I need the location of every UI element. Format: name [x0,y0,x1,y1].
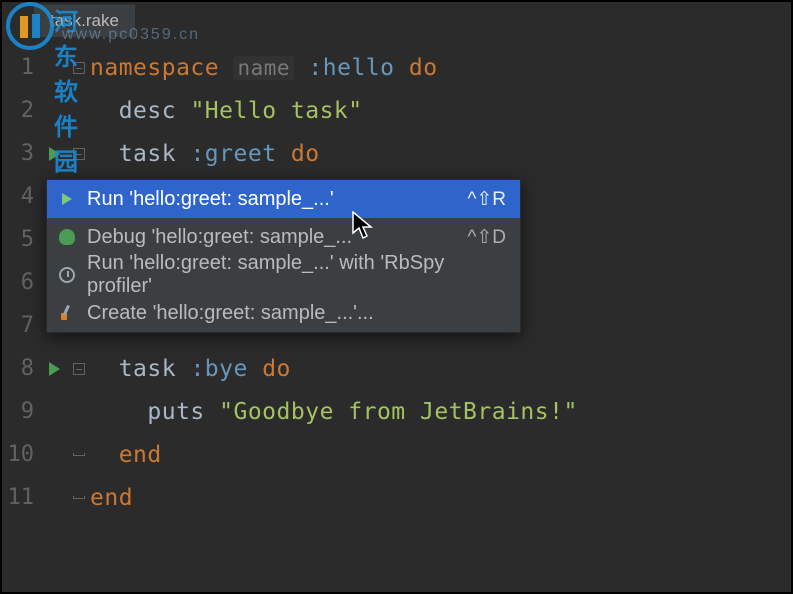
menu-item-profile[interactable]: Run 'hello:greet: sample_...' with 'RbSp… [47,256,520,294]
menu-item-shortcut: ^⇧R [467,188,506,211]
code-text: task :greet do [90,141,791,167]
run-context-menu[interactable]: Run 'hello:greet: sample_...'^⇧RDebug 'h… [46,179,521,333]
code-line[interactable]: 1 namespace name :hello do [2,46,791,89]
editor-tab[interactable]: task.rake [34,4,135,37]
code-line[interactable]: 11 end [2,476,791,519]
fold-marker[interactable] [68,62,90,74]
line-number: 2 [2,98,40,123]
code-line[interactable]: 9 puts "Goodbye from JetBrains!" [2,390,791,433]
line-number: 5 [2,227,40,252]
line-number: 1 [2,55,40,80]
fold-marker[interactable] [68,148,90,160]
code-text: puts "Goodbye from JetBrains!" [90,399,791,425]
menu-item-label: Create 'hello:greet: sample_...'... [79,302,506,325]
code-line[interactable]: 8 task :bye do [2,347,791,390]
gutter-run-icon[interactable] [40,147,68,161]
gutter-run-icon[interactable] [40,362,68,376]
menu-item-create[interactable]: Create 'hello:greet: sample_...'... [47,294,520,332]
line-number: 11 [2,485,40,510]
code-text: end [90,442,791,468]
menu-item-run[interactable]: Run 'hello:greet: sample_...'^⇧R [47,180,520,218]
debug-icon [55,229,79,245]
line-number: 4 [2,184,40,209]
create-icon [55,305,79,321]
code-text: desc "Hello task" [90,98,791,124]
line-number: 3 [2,141,40,166]
line-number: 6 [2,270,40,295]
menu-item-label: Run 'hello:greet: sample_...' [79,188,467,211]
line-number: 10 [2,442,40,467]
code-text: namespace name :hello do [90,55,791,81]
fold-marker[interactable] [68,453,90,456]
code-text: task :bye do [90,356,791,382]
code-line[interactable]: 2 desc "Hello task" [2,89,791,132]
editor-tab-label: task.rake [50,11,119,30]
profile-icon [55,267,79,283]
line-number: 9 [2,399,40,424]
fold-marker[interactable] [68,496,90,499]
run-icon [55,193,79,205]
code-line[interactable]: 10 end [2,433,791,476]
menu-item-shortcut: ^⇧D [467,226,506,249]
code-text: end [90,485,791,511]
code-line[interactable]: 3 task :greet do [2,132,791,175]
menu-item-debug[interactable]: Debug 'hello:greet: sample_...'^⇧D [47,218,520,256]
line-number: 7 [2,313,40,338]
fold-marker[interactable] [68,363,90,375]
menu-item-label: Run 'hello:greet: sample_...' with 'RbSp… [79,252,506,298]
menu-item-label: Debug 'hello:greet: sample_...' [79,226,467,249]
line-number: 8 [2,356,40,381]
